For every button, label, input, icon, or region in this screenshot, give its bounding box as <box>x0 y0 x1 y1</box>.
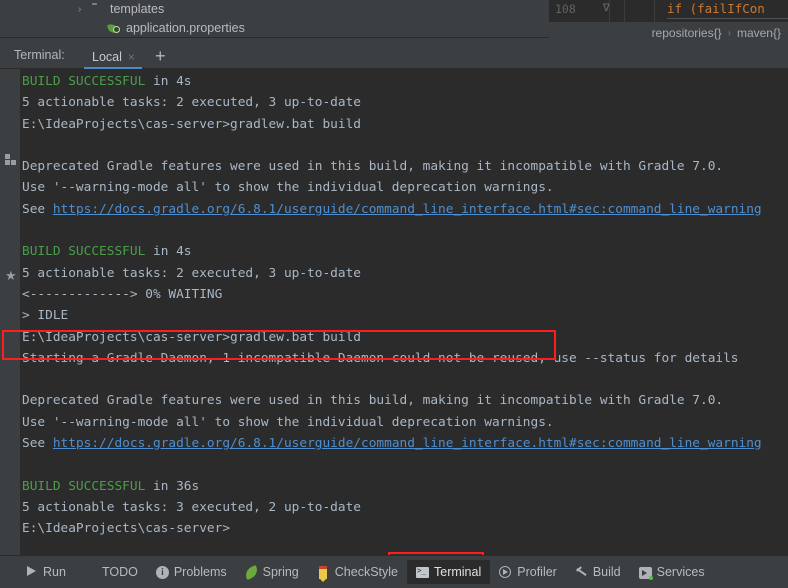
terminal-line: See https://docs.gradle.org/6.8.1/usergu… <box>22 199 788 220</box>
top-strip: › templates application.properties 108 ∇… <box>0 0 788 44</box>
breadcrumb-item[interactable]: maven{} <box>737 26 781 40</box>
terminal-body[interactable]: Structure Favorites ★ BUILD SUCCESSFUL i… <box>0 69 788 555</box>
build-duration-text: in 36s <box>145 478 200 494</box>
tree-item-label: application.properties <box>126 21 245 35</box>
breadcrumb[interactable]: repositories{} › maven{} <box>549 22 788 44</box>
build-icon <box>575 566 588 579</box>
spring-properties-icon <box>107 23 120 34</box>
tool-window-button-label: Services <box>656 565 705 579</box>
terminal-line: See https://docs.gradle.org/6.8.1/usergu… <box>22 433 788 454</box>
editor-pane[interactable]: 108 ∇ if (failIfCon repositories{} › mav… <box>549 0 788 44</box>
editor-code-fragment: if (failIfCon <box>667 1 765 16</box>
terminal-line: 5 actionable tasks: 2 executed, 3 up-to-… <box>22 95 361 111</box>
terminal-line: > IDLE <box>22 308 69 324</box>
terminal-line: BUILD SUCCESSFUL in 4s <box>22 241 788 262</box>
terminal-line: Starting a Gradle Daemon, 1 incompatible… <box>22 350 739 366</box>
pane-divider <box>0 37 549 38</box>
ide-window: › templates application.properties 108 ∇… <box>0 0 788 588</box>
gradle-docs-link[interactable]: https://docs.gradle.org/6.8.1/userguide/… <box>53 436 762 451</box>
chevron-right-icon: › <box>727 27 731 39</box>
build-status-text: BUILD SUCCESSFUL <box>22 244 146 260</box>
tool-window-button-terminal[interactable]: Terminal <box>407 560 491 584</box>
terminal-tool-window-header: Terminal: Local × + <box>0 44 788 69</box>
tool-window-button-label: Terminal <box>434 565 482 579</box>
tool-window-button-label: Spring <box>262 565 299 579</box>
tool-window-button-checkstyle[interactable]: CheckStyle <box>308 560 407 584</box>
tool-window-button-label: Profiler <box>517 565 557 579</box>
terminal-line: BUILD SUCCESSFUL in 36s <box>22 476 788 497</box>
terminal-text: See <box>22 201 53 217</box>
services-icon <box>638 566 653 580</box>
terminal-text: See <box>22 436 53 452</box>
run-icon <box>25 565 38 579</box>
chevron-right-icon[interactable]: › <box>78 0 81 19</box>
tool-window-button-label: TODO <box>101 565 138 579</box>
add-tab-icon[interactable]: + <box>155 46 166 66</box>
terminal-output[interactable]: BUILD SUCCESSFUL in 4s 5 actionable tasks… <box>22 69 788 555</box>
build-duration-text: in 4s <box>145 74 192 89</box>
terminal-line: BUILD SUCCESSFUL in 4s <box>22 71 788 92</box>
terminal-line: 5 actionable tasks: 2 executed, 3 up-to-… <box>22 265 361 281</box>
tree-item-label: templates <box>110 2 165 16</box>
structure-icon <box>5 154 16 165</box>
gradle-docs-link[interactable]: https://docs.gradle.org/6.8.1/userguide/… <box>53 202 762 217</box>
terminal-line: E:\IdeaProjects\cas-server> <box>22 521 231 537</box>
terminal-line: E:\IdeaProjects\cas-server>gradlew.bat b… <box>22 116 361 132</box>
terminal-line: Use '--warning-mode all' to show the ind… <box>22 180 554 196</box>
folder-icon <box>92 4 104 15</box>
tool-window-button-profiler[interactable]: Profiler <box>490 560 566 584</box>
profiler-icon <box>499 565 512 579</box>
terminal-tab-local[interactable]: Local × <box>84 44 143 69</box>
tool-window-button-services[interactable]: Services <box>630 560 714 584</box>
terminal-line: Deprecated Gradle features were used in … <box>22 393 724 409</box>
terminal-icon <box>416 566 429 579</box>
terminal-line: <-------------> 0% WAITING <box>22 286 223 302</box>
tool-window-button-label: Build <box>592 565 621 579</box>
breadcrumb-item[interactable]: repositories{} <box>652 26 722 40</box>
tree-row[interactable]: application.properties <box>0 19 549 37</box>
tool-window-button-spring[interactable]: Spring <box>236 560 308 584</box>
left-tool-rail: Structure Favorites ★ <box>0 69 21 555</box>
tool-window-button-run[interactable]: Run <box>16 560 75 584</box>
terminal-panel-title: Terminal: <box>14 48 65 62</box>
checkstyle-icon <box>317 565 330 582</box>
editor-line-number: 108 <box>555 2 576 16</box>
terminal-line: 5 actionable tasks: 3 executed, 2 up-to-… <box>22 499 361 515</box>
tree-row[interactable]: › templates <box>0 0 549 19</box>
build-status-text: BUILD SUCCESSFUL <box>22 478 146 494</box>
bottom-tool-window-bar: Run TODO Problems Spring CheckStyle Terminal P… <box>0 555 788 588</box>
close-icon[interactable]: × <box>128 50 135 64</box>
editor-selection-underline <box>667 18 788 19</box>
spring-icon <box>243 564 260 580</box>
tool-window-button-todo[interactable]: TODO <box>75 560 147 584</box>
tool-window-button-label: CheckStyle <box>334 565 398 579</box>
project-tree-pane[interactable]: › templates application.properties <box>0 0 549 37</box>
sidebar-item-label: Favorites <box>0 207 7 254</box>
terminal-tab-label: Local <box>92 49 122 64</box>
tool-window-button-label: Problems <box>173 565 227 579</box>
problems-icon <box>155 565 169 579</box>
build-status-text: BUILD SUCCESSFUL <box>22 74 146 89</box>
terminal-line: Deprecated Gradle features were used in … <box>22 159 724 175</box>
terminal-line: E:\IdeaProjects\cas-server>gradlew.bat b… <box>22 329 361 345</box>
star-icon: ★ <box>5 268 17 283</box>
sidebar-item-label: Structure <box>0 87 7 134</box>
terminal-line: Use '--warning-mode all' to show the ind… <box>22 414 554 430</box>
tool-window-button-label: Run <box>43 565 66 579</box>
tool-window-button-problems[interactable]: Problems <box>147 560 236 584</box>
tool-window-button-build[interactable]: Build <box>566 560 630 584</box>
todo-icon <box>84 566 97 579</box>
build-duration-text: in 4s <box>145 244 192 260</box>
editor-code-row[interactable]: 108 ∇ if (failIfCon <box>549 0 788 22</box>
